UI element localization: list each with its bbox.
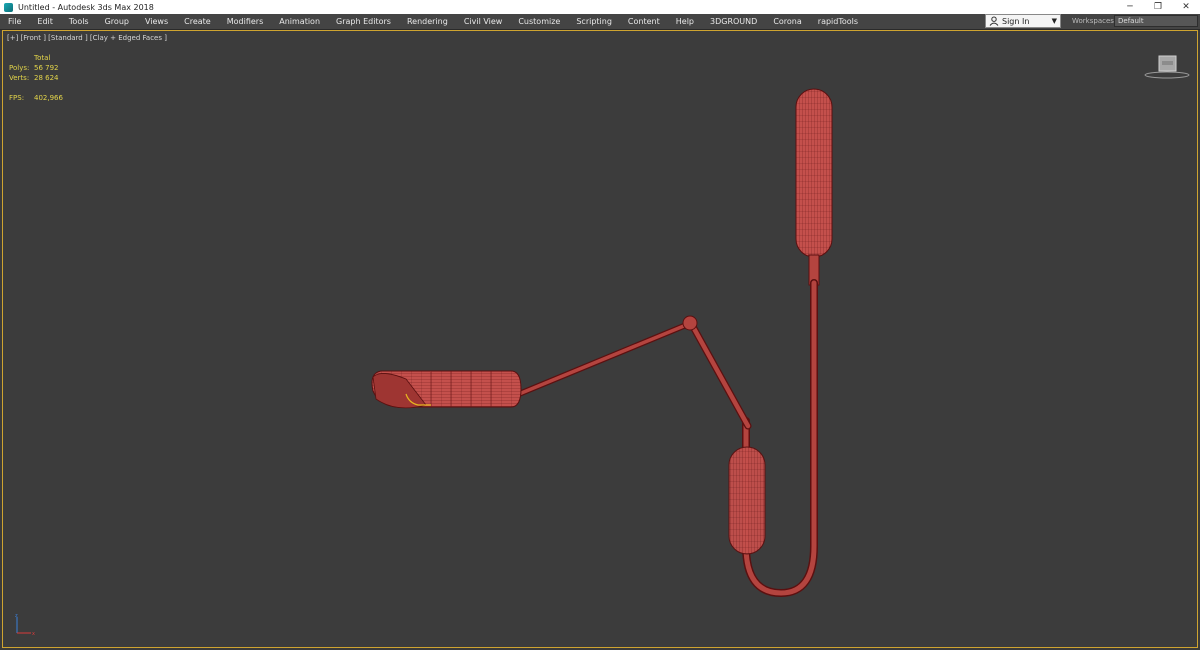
chevron-down-icon: ▼: [1051, 17, 1057, 25]
lower-arm: [688, 320, 751, 429]
menu-customize[interactable]: Customize: [510, 17, 568, 26]
title-bar: Untitled - Autodesk 3ds Max 2018 ─ ❐ ✕: [0, 0, 1200, 15]
menu-civil-view[interactable]: Civil View: [456, 17, 511, 26]
svg-text:x: x: [32, 631, 35, 637]
menu-animation[interactable]: Animation: [271, 17, 328, 26]
menu-graph-editors[interactable]: Graph Editors: [328, 17, 399, 26]
menu-group[interactable]: Group: [97, 17, 137, 26]
menu-modifiers[interactable]: Modifiers: [219, 17, 272, 26]
menu-help[interactable]: Help: [668, 17, 702, 26]
front-viewport[interactable]: [+] [Front ] [Standard ] [Clay + Edged F…: [2, 30, 1198, 648]
upper-arm: [517, 321, 693, 396]
menu-rapidtools[interactable]: rapidTools: [810, 17, 866, 26]
menu-scripting[interactable]: Scripting: [568, 17, 620, 26]
menu-views[interactable]: Views: [137, 17, 176, 26]
menu-content[interactable]: Content: [620, 17, 668, 26]
menu-create[interactable]: Create: [176, 17, 219, 26]
workspaces-label: Workspaces:: [1072, 17, 1117, 25]
menu-rendering[interactable]: Rendering: [399, 17, 456, 26]
restore-button[interactable]: ❐: [1144, 0, 1172, 14]
menu-edit[interactable]: Edit: [29, 17, 61, 26]
wall-lamp-model[interactable]: [3, 31, 1199, 649]
menu-3dground[interactable]: 3DGROUND: [702, 17, 765, 26]
menu-file[interactable]: File: [0, 17, 29, 26]
close-button[interactable]: ✕: [1172, 0, 1200, 14]
upper-capsule: [795, 88, 833, 258]
sign-in-label: Sign In: [1002, 16, 1030, 26]
arm-joint: [682, 315, 698, 331]
sign-in-dropdown[interactable]: Sign In ▼: [985, 14, 1061, 28]
minimize-button[interactable]: ─: [1116, 0, 1144, 14]
svg-text:z: z: [15, 613, 18, 619]
lower-capsule: [728, 446, 766, 555]
3dsmax-app-icon: [4, 2, 13, 12]
axis-tripod-icon: z x: [11, 613, 41, 641]
menu-tools[interactable]: Tools: [61, 17, 97, 26]
window-title: Untitled - Autodesk 3ds Max 2018: [18, 2, 154, 12]
window-controls: ─ ❐ ✕: [1116, 0, 1200, 14]
workspaces-select[interactable]: Default: [1114, 15, 1198, 27]
user-icon: [989, 16, 999, 26]
menu-corona[interactable]: Corona: [765, 17, 809, 26]
